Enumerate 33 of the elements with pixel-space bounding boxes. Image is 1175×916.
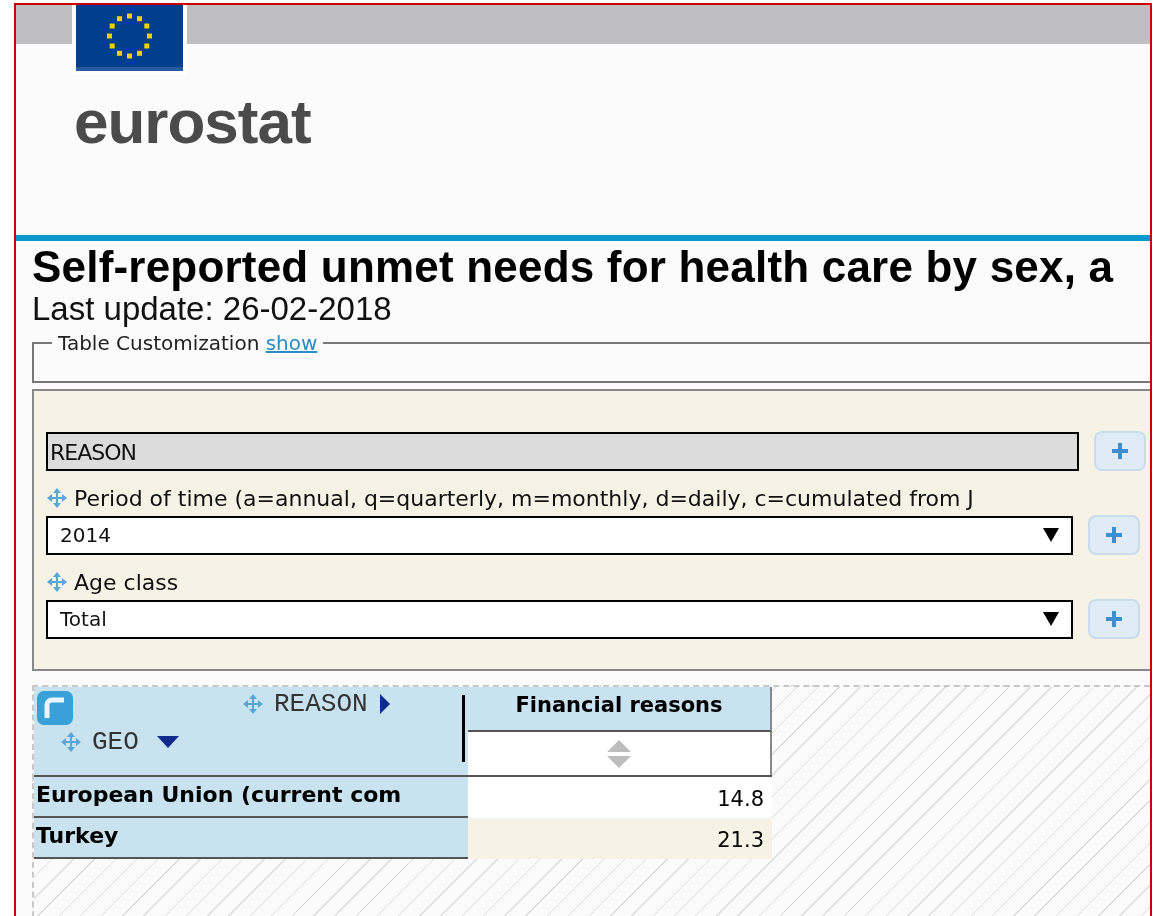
- column-header: Financial reasons: [468, 687, 772, 732]
- row-dimension-label[interactable]: GEO: [92, 727, 139, 757]
- dropdown-arrow-icon: [1043, 612, 1059, 626]
- row-header: Turkey: [34, 818, 468, 859]
- table-cell: 21.3: [468, 818, 772, 859]
- filter-label: Period of time (a=annual, q=quarterly, m=monthly, d=daily, c=cumulated from J: [74, 485, 974, 511]
- table-toggle-icon[interactable]: [36, 690, 74, 726]
- dimension-field[interactable]: REASON: [46, 431, 1079, 471]
- dropdown-field[interactable]: Total: [46, 599, 1073, 639]
- move-icon[interactable]: [242, 693, 264, 715]
- page-title: Self-reported unmet needs for health care by sex, a: [32, 243, 1115, 291]
- filter-label: Age class: [74, 569, 179, 595]
- plus-icon: [1110, 441, 1130, 461]
- add-button[interactable]: [1088, 599, 1140, 639]
- move-icon[interactable]: [46, 487, 68, 509]
- sort-icon[interactable]: [606, 738, 632, 769]
- add-button[interactable]: [1094, 431, 1146, 471]
- move-icon[interactable]: [46, 571, 68, 593]
- plus-icon: [1104, 609, 1124, 629]
- add-button[interactable]: [1088, 515, 1140, 555]
- expand-down-icon[interactable]: [156, 736, 179, 748]
- move-icon[interactable]: [60, 731, 82, 753]
- dropdown-arrow-icon: [1043, 528, 1059, 542]
- expand-right-icon[interactable]: [377, 694, 390, 714]
- section-legend: Table Customization: [58, 331, 260, 355]
- logo-text: eurostat: [74, 87, 311, 157]
- row-header: European Union (current com: [34, 777, 468, 818]
- dropdown-field[interactable]: 2014: [46, 515, 1073, 555]
- table-cell: 14.8: [468, 777, 772, 818]
- last-update-text: Last update: 26-02-2018: [32, 291, 393, 327]
- plus-icon: [1104, 525, 1124, 545]
- show-link[interactable]: show: [265, 331, 318, 355]
- column-dimension-label[interactable]: REASON: [274, 689, 368, 719]
